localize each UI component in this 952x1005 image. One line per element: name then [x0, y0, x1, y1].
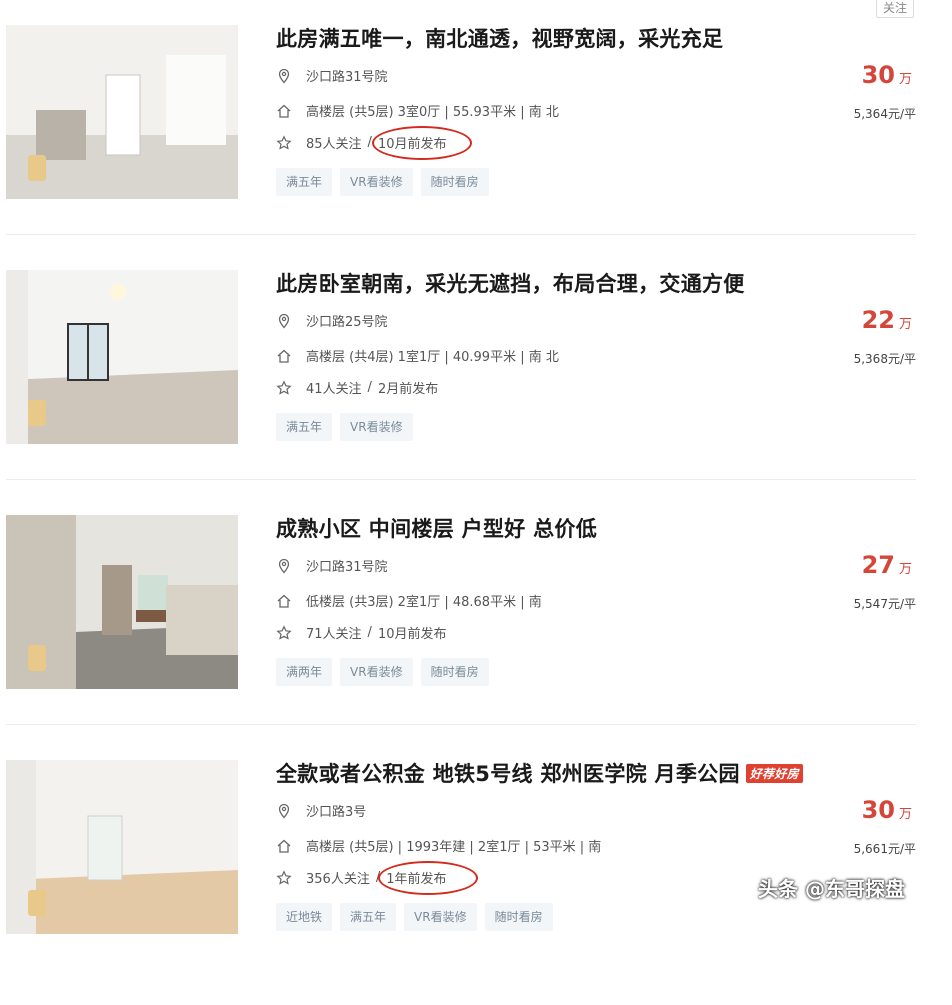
price-unit: 万 [898, 562, 912, 577]
follow-count: 356人关注 [306, 872, 370, 887]
follow-info-row: 41人关注 / 2月前发布 [276, 378, 438, 397]
tag-list: 近地铁 满五年 VR看装修 随时看房 [276, 903, 553, 931]
tag: VR看装修 [340, 168, 413, 196]
total-price: 30 万 [862, 796, 912, 824]
separator: / [375, 870, 381, 885]
price-value: 30 [861, 61, 895, 89]
follow-info-row: 356人关注 / 1年前发布 [276, 868, 447, 887]
house-info-row: 高楼层 (共5层) | 1993年建 | 2室1厅 | 53平米 | 南 [276, 836, 601, 855]
house-info-row: 高楼层 (共4层) 1室1厅 | 40.99平米 | 南 北 [276, 346, 559, 365]
house-info: 高楼层 (共5层) 3室0厅 | 55.93平米 | 南 北 [306, 105, 559, 120]
listing-title[interactable]: 全款或者公积金 地铁5号线 郑州医学院 月季公园 好荐好房 [276, 758, 803, 788]
location-pin-icon [276, 803, 292, 819]
tag: 近地铁 [276, 903, 333, 931]
listing-photo[interactable] [6, 25, 238, 199]
tag: VR看装修 [404, 903, 477, 931]
house-info-row: 高楼层 (共5层) 3室0厅 | 55.93平米 | 南 北 [276, 101, 559, 120]
listing-title-text: 全款或者公积金 地铁5号线 郑州医学院 月季公园 [276, 762, 740, 786]
tag: 随时看房 [484, 903, 553, 931]
price-value: 22 [861, 306, 895, 334]
unit-price: 5,547元/平 [853, 597, 916, 611]
star-icon [276, 134, 292, 151]
tag: 随时看房 [420, 168, 489, 196]
tag-list: 满五年 VR看装修 [276, 413, 413, 441]
location-pin-icon [276, 558, 292, 574]
watermark: 头条 @东哥探盘 [758, 877, 905, 901]
address-link[interactable]: 沙口路31号院 [306, 556, 388, 575]
house-icon [276, 103, 292, 119]
tag: VR看装修 [340, 413, 413, 441]
follow-button[interactable]: 关注 [876, 0, 914, 18]
unit-price: 5,368元/平 [853, 352, 916, 366]
address-link[interactable]: 沙口路31号院 [306, 66, 388, 85]
address-link[interactable]: 沙口路3号 [306, 801, 366, 820]
address-row: 沙口路31号院 [276, 556, 388, 575]
listing-title[interactable]: 成熟小区 中间楼层 户型好 总价低 [276, 513, 597, 543]
total-price: 27 万 [862, 551, 912, 579]
total-price: 22 万 [862, 306, 912, 334]
tag-list: 满五年 VR看装修 随时看房 [276, 168, 489, 196]
separator: / [367, 380, 372, 395]
tag: 满两年 [276, 658, 333, 686]
address-link[interactable]: 沙口路25号院 [306, 311, 388, 330]
unit-price: 5,661元/平 [853, 842, 916, 856]
star-icon [276, 624, 292, 641]
house-info: 低楼层 (共3层) 2室1厅 | 48.68平米 | 南 [306, 595, 542, 610]
house-icon [276, 593, 292, 609]
location-pin-icon [276, 313, 292, 329]
divider [6, 234, 916, 235]
listing-photo[interactable] [6, 270, 238, 444]
location-pin-icon [276, 68, 292, 84]
price-unit: 万 [898, 807, 912, 822]
tag: 满五年 [276, 168, 333, 196]
listing-title[interactable]: 此房卧室朝南，采光无遮挡，布局合理，交通方便 [276, 268, 745, 298]
tag: VR看装修 [340, 658, 413, 686]
tag: 随时看房 [420, 658, 489, 686]
divider [6, 479, 916, 480]
publish-time: 10月前发布 [377, 627, 447, 642]
unit-price: 5,364元/平 [853, 107, 916, 121]
publish-time: 2月前发布 [377, 382, 439, 397]
house-info: 高楼层 (共5层) | 1993年建 | 2室1厅 | 53平米 | 南 [306, 840, 602, 855]
house-icon [276, 348, 292, 364]
house-info-row: 低楼层 (共3层) 2室1厅 | 48.68平米 | 南 [276, 591, 542, 610]
address-row: 沙口路3号 [276, 801, 366, 820]
follow-count: 41人关注 [306, 382, 362, 397]
tag: 满五年 [340, 903, 397, 931]
house-info: 高楼层 (共4层) 1室1厅 | 40.99平米 | 南 北 [306, 350, 559, 365]
address-row: 沙口路31号院 [276, 66, 388, 85]
follow-info-row: 85人关注 / 10月前发布 [276, 133, 446, 152]
price-unit: 万 [898, 72, 912, 87]
separator: / [367, 135, 372, 150]
tag: 满五年 [276, 413, 333, 441]
total-price: 30 万 [862, 61, 912, 89]
listing-photo[interactable] [6, 515, 238, 689]
publish-time: 10月前发布 [377, 137, 447, 152]
price-value: 30 [861, 796, 895, 824]
follow-info-row: 71人关注 / 10月前发布 [276, 623, 446, 642]
good-listing-badge: 好荐好房 [745, 764, 803, 783]
star-icon [276, 869, 292, 886]
tag-list: 满两年 VR看装修 随时看房 [276, 658, 489, 686]
star-icon [276, 379, 292, 396]
listing-photo[interactable] [6, 760, 238, 934]
follow-count: 85人关注 [306, 137, 362, 152]
price-value: 27 [861, 551, 895, 579]
divider [6, 724, 916, 725]
price-unit: 万 [898, 317, 912, 332]
house-icon [276, 838, 292, 854]
follow-count: 71人关注 [306, 627, 362, 642]
address-row: 沙口路25号院 [276, 311, 388, 330]
separator: / [367, 625, 372, 640]
publish-time: 1年前发布 [386, 872, 447, 887]
listing-title[interactable]: 此房满五唯一，南北通透，视野宽阔，采光充足 [276, 23, 723, 53]
